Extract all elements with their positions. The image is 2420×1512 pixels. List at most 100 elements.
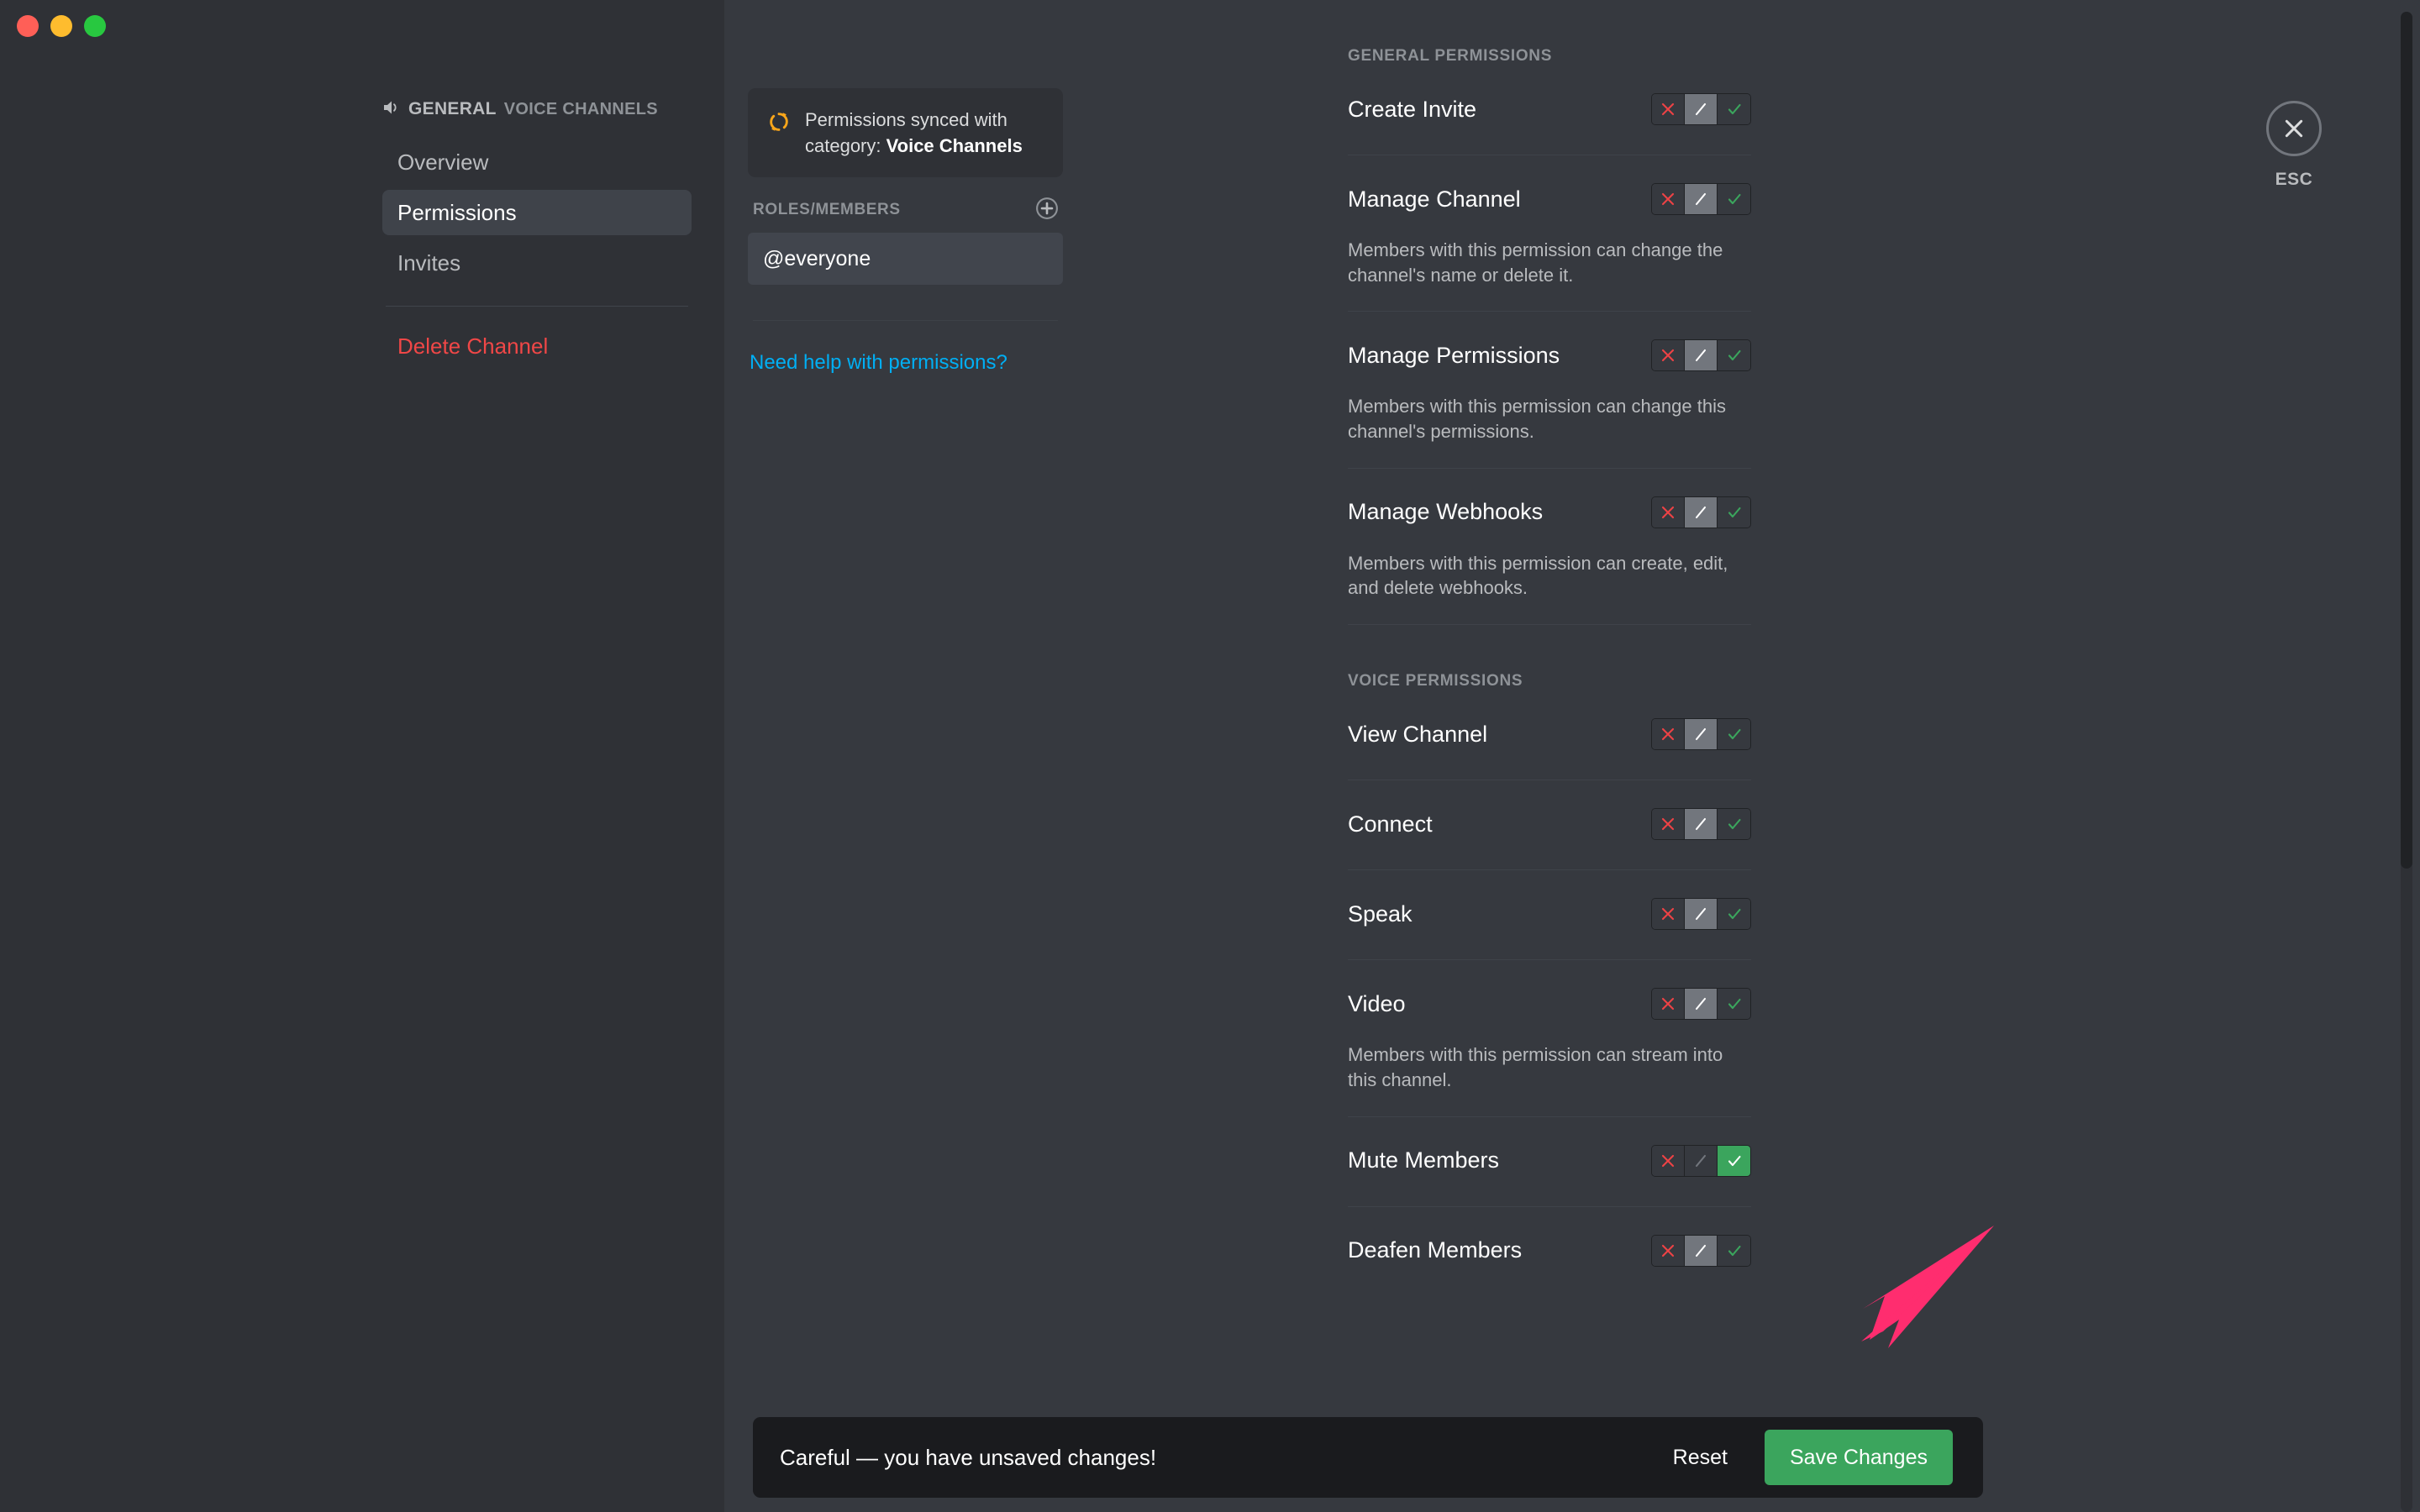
toggle-deny-x-icon[interactable] xyxy=(1652,899,1685,930)
permissions-column: GENERAL PERMISSIONS Create Invite Manage C… xyxy=(1348,0,1751,1512)
toggle-deny-x-icon[interactable] xyxy=(1652,1235,1685,1266)
permission-name: Speak xyxy=(1348,900,1413,927)
toggle-deny-x-icon[interactable] xyxy=(1652,989,1685,1020)
toggle-deny-x-icon[interactable] xyxy=(1652,1145,1685,1176)
unsaved-changes-bar: Careful — you have unsaved changes! Rese… xyxy=(753,1417,1983,1498)
toggle-neutral-slash-icon[interactable] xyxy=(1685,1145,1718,1176)
delete-channel-label: Delete Channel xyxy=(397,333,549,359)
role-item-everyone[interactable]: @everyone xyxy=(748,233,1063,286)
toggle-neutral-slash-icon[interactable] xyxy=(1685,340,1718,371)
sync-notice-text: Permissions synced with category: Voice … xyxy=(805,107,1043,159)
settings-main: Permissions synced with category: Voice … xyxy=(724,0,2420,1512)
toggle-allow-check-icon[interactable] xyxy=(1718,809,1750,840)
roles-header-label: ROLES/MEMBERS xyxy=(753,201,901,219)
role-item-label: @everyone xyxy=(763,246,871,270)
permission-description: Members with this permission can change … xyxy=(1348,239,1723,286)
breadcrumb-channel: GENERAL xyxy=(408,99,497,118)
permission-tristate-toggle[interactable] xyxy=(1651,339,1751,372)
permission-row: Manage Channel Members with this permissi… xyxy=(1348,177,1751,312)
reset-button[interactable]: Reset xyxy=(1673,1446,1728,1470)
toggle-allow-check-icon[interactable] xyxy=(1718,719,1750,750)
breadcrumb: GENERAL VOICE CHANNELS xyxy=(382,99,692,119)
save-changes-button[interactable]: Save Changes xyxy=(1764,1430,1953,1485)
permissions-section-title: GENERAL PERMISSIONS xyxy=(1348,47,1553,65)
roles-header-row: ROLES/MEMBERS xyxy=(748,197,1063,223)
permission-name: Deafen Members xyxy=(1348,1237,1523,1263)
permission-tristate-toggle[interactable] xyxy=(1651,718,1751,751)
close-settings-button[interactable]: ESC xyxy=(2248,101,2340,190)
permission-row: Connect xyxy=(1348,802,1751,871)
toggle-neutral-slash-icon[interactable] xyxy=(1685,1235,1718,1266)
toggle-neutral-slash-icon[interactable] xyxy=(1685,719,1718,750)
toggle-deny-x-icon[interactable] xyxy=(1652,809,1685,840)
scrollbar-track[interactable] xyxy=(2401,12,2412,1512)
permission-name: Connect xyxy=(1348,811,1433,837)
permission-tristate-toggle[interactable] xyxy=(1651,898,1751,931)
toggle-neutral-slash-icon[interactable] xyxy=(1685,989,1718,1020)
permission-tristate-toggle[interactable] xyxy=(1651,1234,1751,1267)
toggle-neutral-slash-icon[interactable] xyxy=(1685,899,1718,930)
permission-row: Speak xyxy=(1348,892,1751,961)
toggle-deny-x-icon[interactable] xyxy=(1652,496,1685,528)
toggle-neutral-slash-icon[interactable] xyxy=(1685,94,1718,124)
permissions-help-link[interactable]: Need help with permissions? xyxy=(748,351,1063,375)
toggle-deny-x-icon[interactable] xyxy=(1652,340,1685,371)
permission-row: View Channel xyxy=(1348,712,1751,781)
permission-description: Members with this permission can create,… xyxy=(1348,552,1728,599)
toggle-allow-check-icon[interactable] xyxy=(1718,1235,1750,1266)
toggle-allow-check-icon[interactable] xyxy=(1718,1145,1750,1176)
sidebar-item-invites[interactable]: Invites xyxy=(382,240,692,286)
scrollbar-thumb[interactable] xyxy=(2401,12,2412,869)
permission-row: Manage Permissions Members with this perm… xyxy=(1348,333,1751,469)
toggle-allow-check-icon[interactable] xyxy=(1718,94,1750,124)
permission-row: Manage Webhooks Members with this permiss… xyxy=(1348,491,1751,626)
sidebar-item-permissions[interactable]: Permissions xyxy=(382,190,692,235)
permission-row-header: Speak xyxy=(1348,892,1751,936)
window-minimize-button[interactable] xyxy=(50,15,72,37)
permission-description: Members with this permission can stream … xyxy=(1348,1044,1723,1090)
permission-row: Mute Members xyxy=(1348,1139,1751,1207)
toggle-neutral-slash-icon[interactable] xyxy=(1685,496,1718,528)
permissions-section-title: VOICE PERMISSIONS xyxy=(1348,672,1523,690)
permission-row-header: Create Invite xyxy=(1348,87,1751,131)
permission-description: Members with this permission can change … xyxy=(1348,396,1726,443)
permission-tristate-toggle[interactable] xyxy=(1651,183,1751,215)
sidebar-item-overview[interactable]: Overview xyxy=(382,139,692,185)
permission-tristate-toggle[interactable] xyxy=(1651,496,1751,528)
permission-row-header: Manage Permissions xyxy=(1348,333,1751,377)
close-x-icon xyxy=(2266,101,2322,156)
toggle-deny-x-icon[interactable] xyxy=(1652,184,1685,214)
permission-name: Manage Webhooks xyxy=(1348,499,1544,525)
permission-tristate-toggle[interactable] xyxy=(1651,988,1751,1021)
toggle-allow-check-icon[interactable] xyxy=(1718,496,1750,528)
sync-icon xyxy=(766,109,792,139)
permission-tristate-toggle[interactable] xyxy=(1651,1144,1751,1177)
permission-row-header: Connect xyxy=(1348,802,1751,846)
toggle-deny-x-icon[interactable] xyxy=(1652,94,1685,124)
window-close-button[interactable] xyxy=(17,15,39,37)
permission-name: Mute Members xyxy=(1348,1147,1500,1173)
sync-notice-category: Voice Channels xyxy=(886,135,1023,157)
sidebar-item-label: Permissions xyxy=(397,199,517,225)
permission-name: Manage Permissions xyxy=(1348,342,1560,368)
settings-sidebar: GENERAL VOICE CHANNELS Overview Permissi… xyxy=(0,0,724,1512)
permission-tristate-toggle[interactable] xyxy=(1651,93,1751,125)
roles-column: Permissions synced with category: Voice … xyxy=(748,88,1063,375)
permission-name: Manage Channel xyxy=(1348,186,1521,212)
delete-channel-button[interactable]: Delete Channel xyxy=(382,325,692,367)
toggle-neutral-slash-icon[interactable] xyxy=(1685,809,1718,840)
permission-row: Video Members with this permission can st… xyxy=(1348,982,1751,1117)
permission-tristate-toggle[interactable] xyxy=(1651,808,1751,841)
plus-circle-icon[interactable] xyxy=(1034,196,1060,225)
toggle-allow-check-icon[interactable] xyxy=(1718,184,1750,214)
toggle-allow-check-icon[interactable] xyxy=(1718,989,1750,1020)
breadcrumb-category: VOICE CHANNELS xyxy=(503,99,658,118)
window-maximize-button[interactable] xyxy=(84,15,106,37)
permission-row-header: Manage Channel xyxy=(1348,177,1751,221)
toggle-allow-check-icon[interactable] xyxy=(1718,899,1750,930)
toggle-allow-check-icon[interactable] xyxy=(1718,340,1750,371)
esc-label: ESC xyxy=(2275,170,2313,189)
toggle-deny-x-icon[interactable] xyxy=(1652,719,1685,750)
window-controls xyxy=(17,15,106,37)
toggle-neutral-slash-icon[interactable] xyxy=(1685,184,1718,214)
